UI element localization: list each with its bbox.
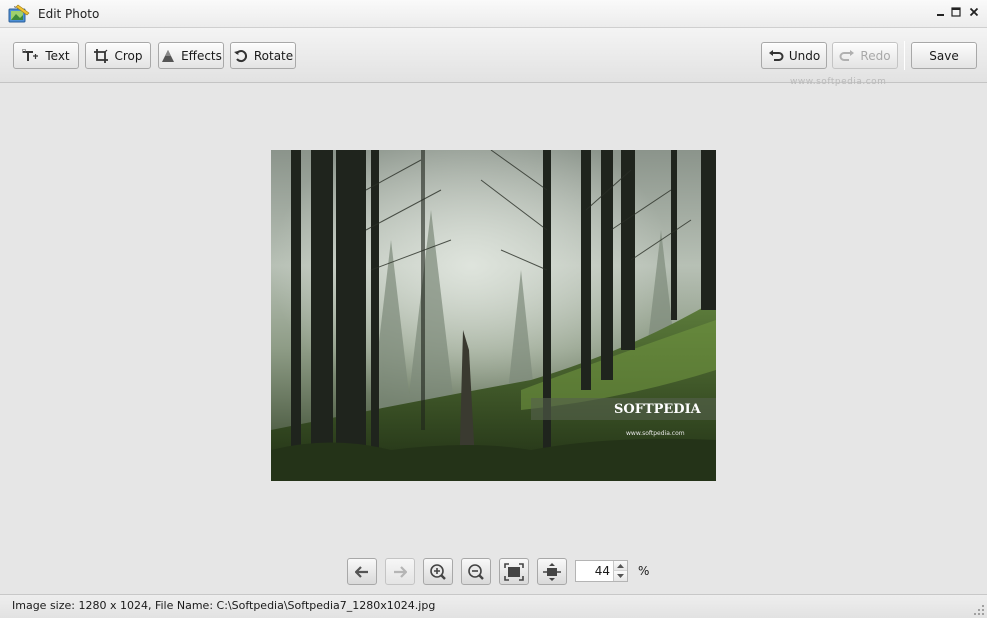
effects-button-label: Effects (181, 48, 222, 63)
undo-button[interactable]: Undo (761, 42, 827, 69)
zoom-in-button[interactable] (423, 558, 453, 585)
zoom-decrement-button[interactable] (613, 571, 627, 581)
title-bar: Edit Photo (0, 0, 987, 28)
save-button[interactable]: Save (911, 42, 977, 69)
toolbar-separator (904, 41, 905, 70)
text-button[interactable]: Text (13, 42, 79, 69)
resize-grip-icon[interactable] (973, 604, 985, 616)
actual-size-icon (543, 562, 561, 581)
close-icon[interactable] (965, 4, 983, 22)
image-canvas: SOFTPEDIA www.softpedia.com 44 % (0, 84, 987, 595)
fit-to-window-icon (504, 562, 524, 581)
zoom-in-icon (430, 563, 446, 580)
rotate-button-label: Rotate (253, 48, 294, 63)
text-button-label: Text (45, 48, 70, 63)
redo-button-label: Redo (860, 48, 891, 63)
forest-photo[interactable]: SOFTPEDIA www.softpedia.com (271, 150, 716, 481)
window-title: Edit Photo (38, 7, 100, 21)
zoom-increment-button[interactable] (613, 561, 627, 571)
spin-up-icon (617, 563, 624, 568)
actual-size-button[interactable] (537, 558, 567, 585)
watermark-text: www.softpedia.com (790, 77, 887, 87)
forest-image: SOFTPEDIA www.softpedia.com (271, 150, 716, 481)
crop-button[interactable]: Crop (85, 42, 151, 69)
save-button-label: Save (929, 48, 959, 63)
zoom-out-icon (468, 563, 484, 580)
rotate-button[interactable]: Rotate (230, 42, 296, 69)
zoom-out-button[interactable] (461, 558, 491, 585)
next-button[interactable] (385, 558, 415, 585)
photo-brand: SOFTPEDIA (614, 402, 702, 417)
effects-button[interactable]: Effects (158, 42, 224, 69)
redo-icon (839, 49, 855, 61)
fit-to-window-button[interactable] (499, 558, 529, 585)
arrow-left-icon (355, 565, 368, 578)
status-text: Image size: 1280 x 1024, File Name: C:\S… (12, 599, 436, 612)
photo-url: www.softpedia.com (626, 430, 685, 437)
status-bar: Image size: 1280 x 1024, File Name: C:\S… (0, 594, 987, 618)
undo-button-label: Undo (788, 48, 821, 63)
crop-button-label: Crop (114, 48, 143, 63)
arrow-right-icon (394, 565, 407, 578)
text-tool-icon (22, 48, 39, 61)
spin-down-icon (617, 574, 624, 578)
rotate-icon (233, 49, 247, 62)
maximize-icon[interactable] (947, 4, 965, 22)
crop-icon (94, 48, 109, 63)
photo-editor-icon (8, 4, 30, 23)
previous-button[interactable] (347, 558, 377, 585)
undo-icon (768, 49, 784, 61)
zoom-spinbox[interactable]: 44 (575, 560, 628, 582)
zoom-input[interactable]: 44 (576, 561, 610, 581)
redo-button[interactable]: Redo (832, 42, 898, 69)
effects-icon (162, 49, 175, 62)
toolbar: Text Crop Effects Rotate Undo Redo Save (0, 28, 987, 83)
zoom-unit-label: % (638, 564, 650, 578)
